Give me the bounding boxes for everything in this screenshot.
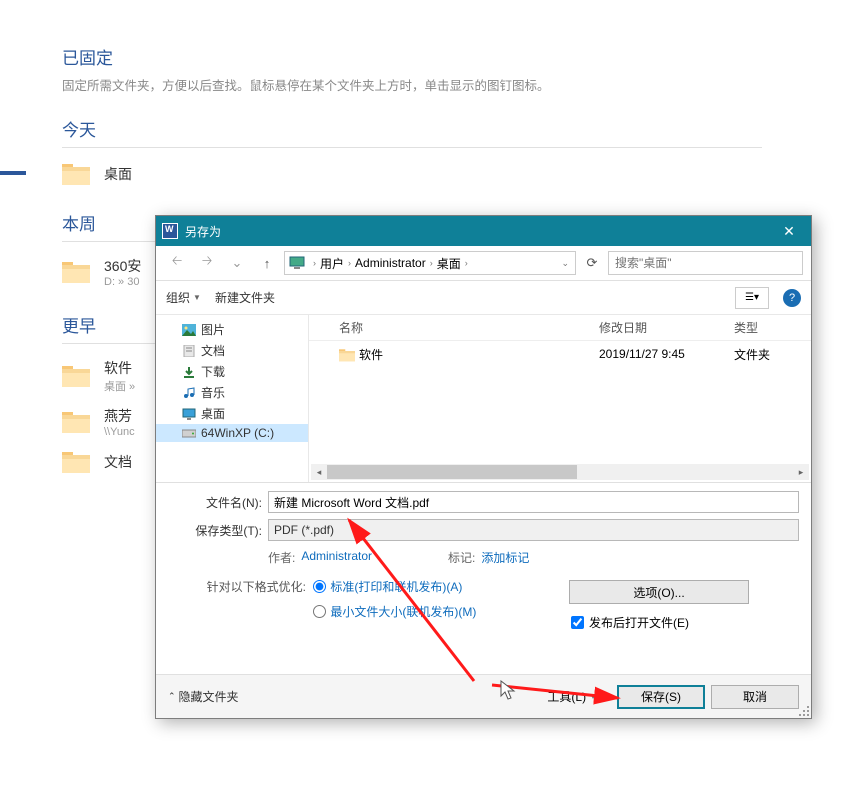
- folder-tree[interactable]: 图片 文档 下载 音乐 桌面 64WinXP (C:): [156, 315, 309, 482]
- nav-up-button[interactable]: ↑: [254, 251, 280, 275]
- folder-sublabel: D: » 30: [104, 276, 141, 288]
- cancel-button[interactable]: 取消: [711, 685, 799, 709]
- tools-dropdown[interactable]: 工具(L) ▼: [547, 688, 597, 705]
- open-after-checkbox[interactable]: 发布后打开文件(E): [571, 614, 799, 631]
- organize-button[interactable]: 组织 ▼: [166, 289, 201, 306]
- pinned-title: 已固定: [62, 44, 762, 69]
- resize-grip[interactable]: [797, 704, 809, 716]
- filename-input[interactable]: [268, 491, 799, 513]
- downloads-icon: [182, 366, 196, 378]
- recent-folder[interactable]: 桌面: [62, 156, 762, 192]
- folder-icon: [62, 364, 90, 388]
- scroll-left-icon[interactable]: ◂: [311, 464, 327, 480]
- tree-item-downloads[interactable]: 下载: [156, 361, 308, 382]
- documents-icon: [182, 345, 196, 357]
- scroll-right-icon[interactable]: ▸: [793, 464, 809, 480]
- chevron-down-icon[interactable]: ⌄: [224, 251, 250, 275]
- breadcrumb[interactable]: › 用户› Administrator› 桌面› ⌄: [284, 251, 576, 275]
- save-button[interactable]: 保存(S): [617, 685, 705, 709]
- tags-value[interactable]: 添加标记: [481, 549, 529, 566]
- col-type[interactable]: 类型: [724, 319, 794, 336]
- optimize-label: 针对以下格式优化:: [186, 578, 306, 595]
- scroll-thumb[interactable]: [327, 465, 577, 479]
- list-header[interactable]: 名称 修改日期 类型: [309, 315, 811, 341]
- pc-icon: [289, 256, 305, 270]
- tree-item-desktop[interactable]: 桌面: [156, 403, 308, 424]
- selection-indicator: [0, 171, 26, 175]
- nav-row: 🡠 🡢 ⌄ ↑ › 用户› Administrator› 桌面› ⌄ ⟳: [156, 246, 811, 281]
- save-as-dialog: 另存为 ✕ 🡠 🡢 ⌄ ↑ › 用户› Administrator› 桌面› ⌄…: [155, 215, 812, 719]
- nav-forward-button: 🡢: [194, 251, 220, 275]
- filename-label: 文件名(N):: [168, 494, 268, 511]
- help-button[interactable]: ?: [783, 289, 801, 307]
- folder-icon: [62, 410, 90, 434]
- word-app-icon: [162, 223, 178, 239]
- desktop-icon: [182, 408, 196, 420]
- pinned-desc: 固定所需文件夹，方便以后查找。鼠标悬停在某个文件夹上方时，单击显示的图钉图标。: [62, 75, 762, 94]
- file-listing[interactable]: 名称 修改日期 类型 软件 2019/11/27 9:45 文件夹 ◂▸: [309, 315, 811, 482]
- folder-label: 燕芳: [104, 406, 135, 426]
- tree-item-documents[interactable]: 文档: [156, 340, 308, 361]
- search-input[interactable]: [615, 256, 796, 270]
- titlebar[interactable]: 另存为 ✕: [156, 216, 811, 246]
- music-icon: [182, 387, 196, 399]
- folder-sublabel: 桌面 »: [104, 378, 135, 394]
- refresh-button[interactable]: ⟳: [580, 251, 604, 275]
- col-name[interactable]: 名称: [329, 319, 589, 336]
- tool-row: 组织 ▼ 新建文件夹 ☰▾ ?: [156, 281, 811, 315]
- col-date[interactable]: 修改日期: [589, 319, 724, 336]
- close-button[interactable]: ✕: [767, 216, 811, 246]
- drive-icon: [182, 427, 196, 439]
- tags-label: 标记:: [448, 549, 481, 566]
- opt-standard-radio[interactable]: 标准(打印和联机发布)(A): [313, 578, 476, 595]
- breadcrumb-part[interactable]: Administrator: [355, 256, 426, 270]
- breadcrumb-part[interactable]: 用户: [320, 255, 344, 272]
- folder-icon: [339, 348, 355, 362]
- author-label: 作者:: [268, 549, 301, 566]
- dialog-footer: ⌃ 隐藏文件夹 工具(L) ▼ 保存(S) 取消: [156, 674, 811, 718]
- folder-label: 桌面: [104, 164, 132, 184]
- folder-icon: [62, 162, 90, 186]
- author-value[interactable]: Administrator: [301, 549, 372, 566]
- filetype-label: 保存类型(T):: [168, 522, 268, 539]
- folder-label: 360安: [104, 256, 141, 276]
- folder-icon: [62, 450, 90, 474]
- pictures-icon: [182, 324, 196, 336]
- horizontal-scrollbar[interactable]: ◂▸: [311, 464, 809, 480]
- search-box[interactable]: [608, 251, 803, 275]
- tree-item-music[interactable]: 音乐: [156, 382, 308, 403]
- view-button[interactable]: ☰▾: [735, 287, 769, 309]
- new-folder-button[interactable]: 新建文件夹: [215, 289, 275, 306]
- tree-item-pictures[interactable]: 图片: [156, 319, 308, 340]
- folder-icon: [62, 260, 90, 284]
- list-item[interactable]: 软件 2019/11/27 9:45 文件夹: [309, 341, 811, 367]
- folder-sublabel: \\Yunc: [104, 426, 135, 438]
- dialog-title: 另存为: [185, 223, 767, 240]
- hide-folders-button[interactable]: ⌃ 隐藏文件夹: [168, 688, 239, 705]
- nav-back-button[interactable]: 🡠: [164, 251, 190, 275]
- opt-min-radio[interactable]: 最小文件大小(联机发布)(M): [313, 603, 476, 620]
- tree-item-drive-c[interactable]: 64WinXP (C:): [156, 424, 308, 442]
- chevron-up-icon: ⌃: [168, 691, 176, 702]
- filetype-select[interactable]: PDF (*.pdf): [268, 519, 799, 541]
- folder-label: 软件: [104, 358, 135, 378]
- breadcrumb-part[interactable]: 桌面: [437, 255, 461, 272]
- folder-label: 文档: [104, 452, 132, 472]
- options-button[interactable]: 选项(O)...: [569, 580, 749, 604]
- today-title: 今天: [62, 116, 762, 141]
